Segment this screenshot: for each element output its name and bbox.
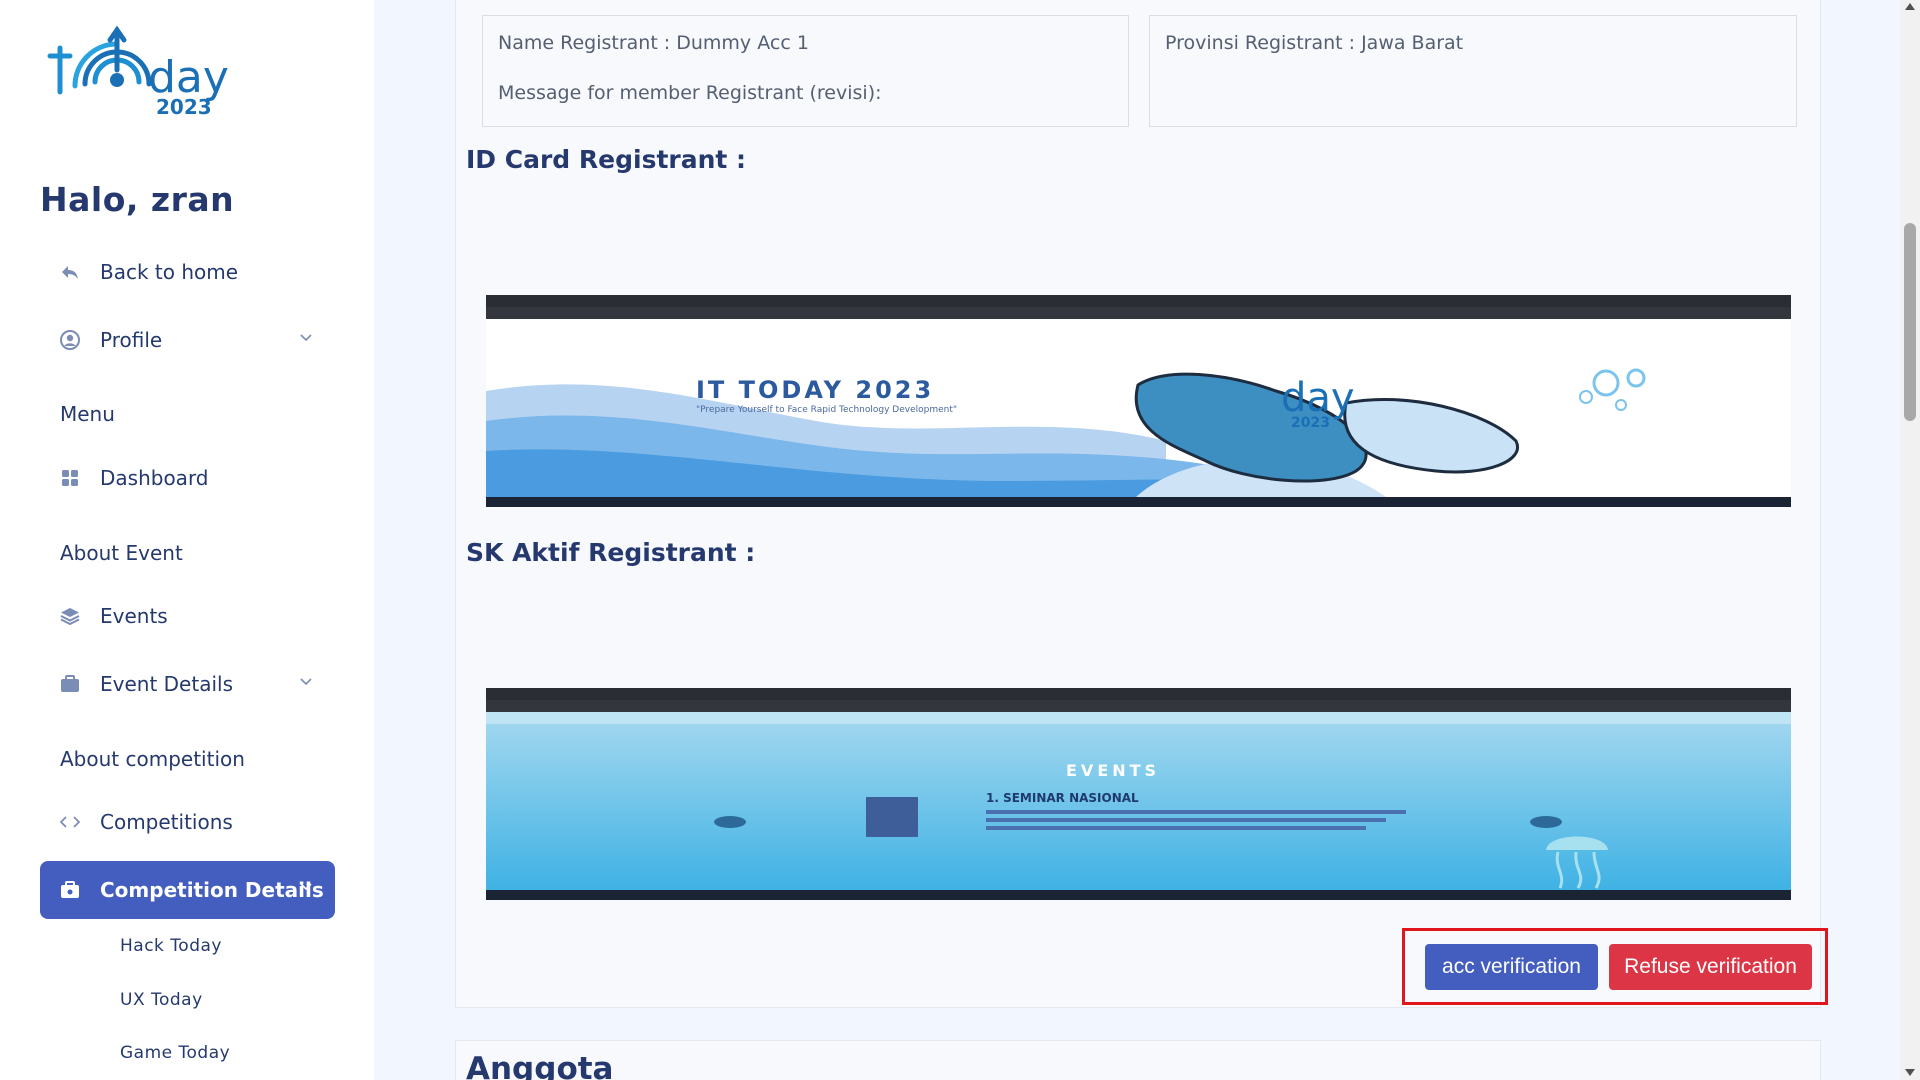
sidebar-item-competition-details[interactable]: Competition Details [40, 861, 335, 919]
competition-details-label: Competition Details [100, 878, 324, 902]
sidebar-item-dashboard[interactable]: Dashboard [40, 450, 335, 506]
scroll-up-arrow-icon[interactable] [1905, 3, 1915, 10]
it-today-logo[interactable]: day 2023 [40, 22, 230, 122]
greeting: Halo, zran [40, 180, 235, 219]
grid-icon [60, 468, 80, 488]
members-heading: Anggota [466, 1051, 614, 1080]
layers-icon [60, 606, 80, 626]
registrant-name: Name Registrant : Dummy Acc 1 [498, 32, 809, 54]
scroll-down-arrow-icon[interactable] [1905, 1069, 1915, 1076]
briefcase-icon [60, 674, 80, 694]
id-card-image-logo-year: 2023 [1291, 415, 1330, 431]
back-to-home-label: Back to home [100, 260, 239, 284]
user-circle-icon [60, 330, 80, 350]
sidebar-item-events[interactable]: Events [40, 588, 335, 644]
page-scrollbar[interactable] [1900, 0, 1920, 1080]
about-event-section-title: About Event [60, 541, 183, 565]
submenu-game-today[interactable]: Game Today [120, 1043, 230, 1063]
code-icon [60, 812, 80, 832]
registrant-province: Provinsi Registrant : Jawa Barat [1165, 32, 1464, 54]
chevron-down-icon[interactable] [299, 330, 313, 344]
menu-section-title: Menu [60, 402, 115, 426]
id-card-image-subtitle: "Prepare Yourself to Face Rapid Technolo… [696, 405, 957, 415]
dashboard-label: Dashboard [100, 466, 209, 490]
verification-actions: acc verification Refuse verification [1402, 928, 1828, 1005]
id-card-image[interactable]: IT TODAY 2023 "Prepare Yourself to Face … [486, 295, 1791, 507]
acc-verification-button[interactable]: acc verification [1425, 944, 1598, 990]
registrant-card: Name Registrant : Dummy Acc 1 Message fo… [455, 0, 1821, 1008]
sidebar-item-profile[interactable]: Profile [40, 312, 335, 368]
reply-arrow-icon [60, 262, 80, 282]
submenu-hack-today[interactable]: Hack Today [120, 936, 222, 956]
members-card: Anggota [455, 1040, 1821, 1080]
id-card-heading: ID Card Registrant : [466, 145, 747, 174]
scrollbar-thumb[interactable] [1904, 223, 1916, 421]
registrant-province-box: Provinsi Registrant : Jawa Barat [1149, 15, 1797, 127]
chevron-down-icon[interactable] [299, 674, 313, 688]
sk-image-item-title: 1. SEMINAR NASIONAL [986, 791, 1139, 805]
back-to-home-link[interactable]: Back to home [40, 244, 335, 300]
sk-image-heading: EVENTS [1066, 761, 1160, 780]
id-card-image-title: IT TODAY 2023 [696, 376, 934, 404]
chevron-down-icon[interactable] [299, 879, 313, 893]
sidebar-item-competitions[interactable]: Competitions [40, 794, 335, 850]
submenu-ux-today[interactable]: UX Today [120, 990, 203, 1010]
events-label: Events [100, 604, 168, 628]
registrant-message: Message for member Registrant (revisi): [498, 82, 882, 104]
about-competition-section-title: About competition [60, 747, 245, 771]
registrant-info-box: Name Registrant : Dummy Acc 1 Message fo… [482, 15, 1129, 127]
logo-year-text: 2023 [156, 95, 212, 119]
sk-aktif-image[interactable]: EVENTS 1. SEMINAR NASIONAL [486, 688, 1791, 900]
sk-aktif-heading: SK Aktif Registrant : [466, 538, 756, 567]
sidebar-item-event-details[interactable]: Event Details [40, 656, 335, 712]
profile-label: Profile [100, 328, 163, 352]
sidebar: day 2023 Halo, zran Back to home Profile… [0, 0, 374, 1080]
competitions-label: Competitions [100, 810, 233, 834]
event-details-label: Event Details [100, 672, 233, 696]
refuse-verification-button[interactable]: Refuse verification [1609, 944, 1812, 990]
calendar-briefcase-icon [60, 880, 80, 900]
